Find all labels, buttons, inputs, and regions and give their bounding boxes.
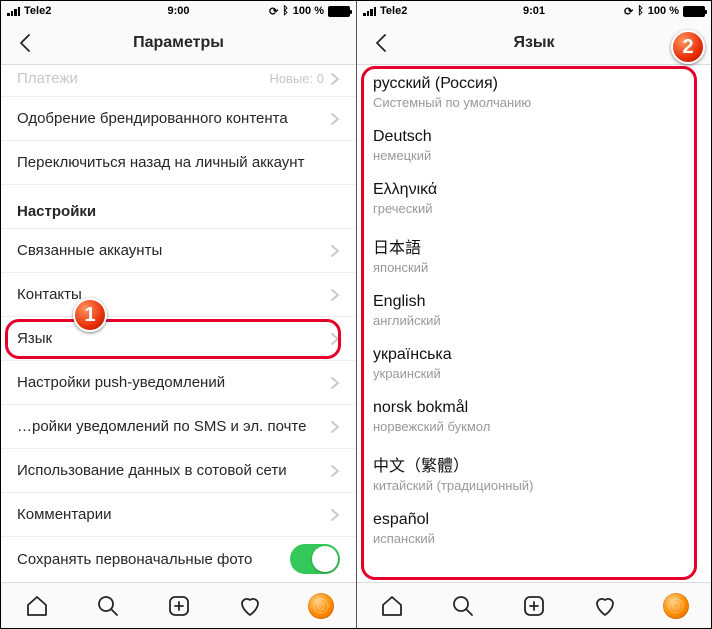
callout-badge-2: 2 bbox=[671, 30, 705, 64]
highlight-box-2 bbox=[361, 66, 697, 580]
phone-language: Tele2 9:01 ⟳ ᛒ 100 % Язык русский (Росси… bbox=[356, 1, 711, 628]
callout-badge-1: 1 bbox=[73, 298, 107, 332]
highlight-box-1 bbox=[5, 319, 341, 359]
phone-parameters: Tele2 9:00 ⟳ ᛒ 100 % Параметры Платежи Н… bbox=[1, 1, 356, 628]
